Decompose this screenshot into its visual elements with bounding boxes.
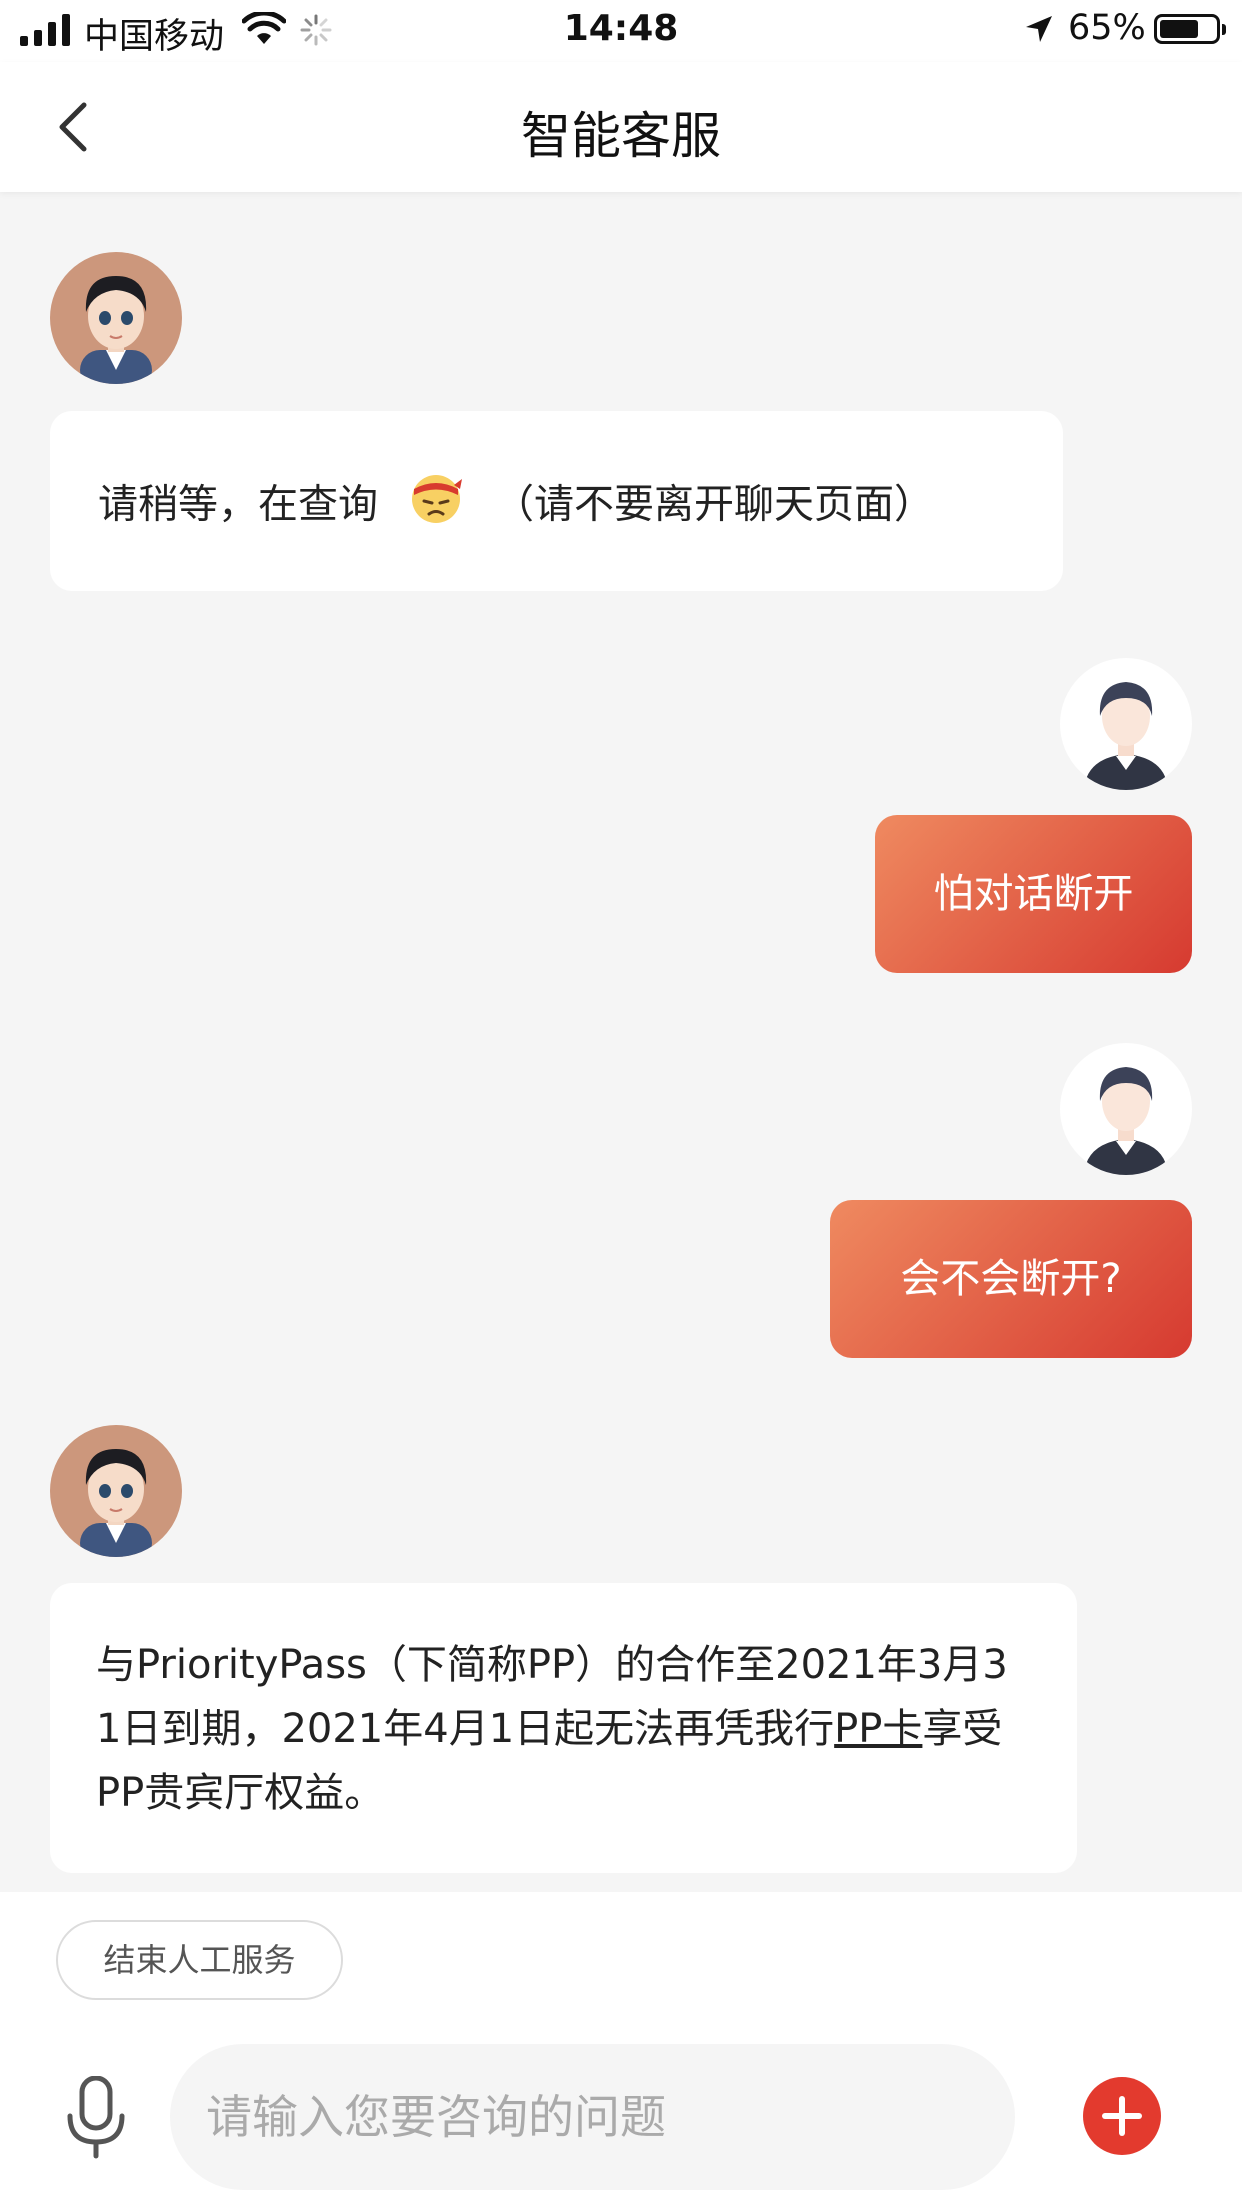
- question-input[interactable]: [170, 2044, 1015, 2190]
- end-human-service-button[interactable]: 结束人工服务: [56, 1920, 343, 2000]
- microphone-icon[interactable]: [64, 2076, 128, 2160]
- message-text: 怕对话断开: [933, 871, 1134, 917]
- nav-bar: 智能客服: [0, 62, 1242, 192]
- status-bar: 中国移动 14:48 65%: [0, 0, 1242, 62]
- pp-card-link[interactable]: PP卡: [834, 1706, 922, 1752]
- user-avatar: [1060, 658, 1192, 790]
- battery-nub: [1222, 24, 1226, 35]
- battery-icon: [1154, 14, 1220, 44]
- agent-avatar: [50, 1425, 182, 1557]
- battery-percent: 65%: [1068, 8, 1146, 48]
- page-title: 智能客服: [521, 107, 721, 165]
- message-line: PP贵宾厅权益。: [96, 1770, 385, 1816]
- user-message-bubble: 怕对话断开: [875, 815, 1192, 973]
- location-arrow-icon: [1026, 16, 1052, 42]
- status-time: 14:48: [563, 8, 679, 49]
- message-line: 与PriorityPass（下简称PP）的合作至2021年3月3: [96, 1642, 1008, 1688]
- user-message-bubble: 会不会断开?: [830, 1200, 1192, 1358]
- agent-message-bubble: 请稍等，在查询 （请不要离开聊天页面）: [50, 411, 1063, 591]
- message-text: 享受: [922, 1706, 1003, 1752]
- add-attachment-button[interactable]: [1083, 2077, 1161, 2155]
- message-text: 1日到期，2021年4月1日起无法再凭我行: [96, 1706, 835, 1752]
- message-text: （请不要离开聊天页面）: [494, 481, 934, 528]
- agent-message-bubble: 与PriorityPass（下简称PP）的合作至2021年3月3 1日到期，20…: [50, 1583, 1077, 1873]
- message-line: 1日到期，2021年4月1日起无法再凭我行PP卡享受: [96, 1697, 1033, 1761]
- message-text: 会不会断开?: [900, 1256, 1122, 1302]
- message-text: 请稍等，在查询: [98, 481, 378, 528]
- agent-avatar: [50, 252, 182, 384]
- plus-icon: [1102, 2096, 1142, 2136]
- user-avatar: [1060, 1043, 1192, 1175]
- annoyed-headband-emoji-icon: [408, 469, 464, 544]
